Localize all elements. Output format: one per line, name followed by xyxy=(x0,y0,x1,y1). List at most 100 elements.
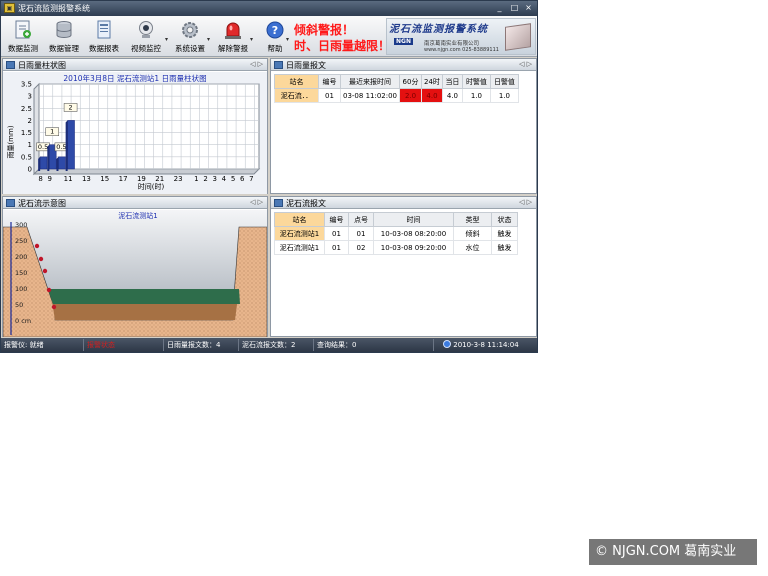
tilt-sensor-point[interactable] xyxy=(38,256,44,262)
time-cell[interactable]: 10-03-08 09:20:00 xyxy=(373,240,454,255)
plot-floor xyxy=(32,168,261,175)
point-id-cell[interactable]: 02 xyxy=(348,240,374,255)
x-tick-label: 5 xyxy=(231,175,235,183)
panel-nav-arrows[interactable]: ◁ ▷ xyxy=(250,198,263,206)
help-icon: ? xyxy=(266,21,284,39)
column-header[interactable]: 60分 xyxy=(399,74,423,89)
video-dropdown-icon[interactable]: ▾ xyxy=(165,36,168,43)
column-header[interactable]: 状态 xyxy=(491,212,518,227)
table-icon xyxy=(274,61,283,69)
rain-report-panel-title: 日雨量报文 xyxy=(286,61,326,70)
column-header[interactable]: 站名 xyxy=(274,74,319,89)
clock-icon xyxy=(443,340,451,348)
gauge-tick-label: 150 xyxy=(15,269,27,277)
water-layer xyxy=(48,289,240,304)
table-row[interactable]: 泥石流测站1 01 01 10-03-08 08:20:00 倾斜 触发 xyxy=(274,226,518,241)
station-id-cell[interactable]: 01 xyxy=(318,88,341,103)
product-box-image xyxy=(505,23,531,51)
station-name-cell[interactable]: 泥石流测站1 xyxy=(274,240,325,255)
hour-alert-value-cell[interactable]: 1.0 xyxy=(461,88,491,103)
data-label: 0.5 xyxy=(56,143,66,151)
last-report-time-cell[interactable]: 03-08 11:02:00 xyxy=(339,88,401,103)
table-row[interactable]: 泥石流测站1 01 02 10-03-08 09:20:00 水位 触发 xyxy=(274,240,518,255)
data-label: 2 xyxy=(69,103,73,111)
debris-report-count: 泥石流报文数：2 xyxy=(239,339,314,351)
column-header[interactable]: 站名 xyxy=(274,212,325,227)
rain-bar xyxy=(58,156,66,170)
state-cell[interactable]: 触发 xyxy=(491,240,518,255)
alarm-dropdown-icon[interactable]: ▾ xyxy=(250,36,253,43)
x-tick-label: 7 xyxy=(249,175,253,183)
gauge-tick-label: 0 cm xyxy=(15,317,31,325)
rain-chart-panel: 日雨量柱状图 ◁ ▷ 2010年3月8日 泥石流测站1 日雨量柱状图 雨量(mm… xyxy=(2,58,268,194)
x-tick-label: 11 xyxy=(64,175,73,183)
tilt-sensor-point[interactable] xyxy=(51,304,57,310)
query-result: 查询结果：0 xyxy=(314,339,434,351)
y-tick-label: 1 xyxy=(28,141,32,149)
tilt-sensor-point[interactable] xyxy=(46,287,52,293)
rain-bar xyxy=(39,156,48,170)
video-monitor-button[interactable]: 视频监控 xyxy=(126,17,166,56)
state-cell[interactable]: 触发 xyxy=(491,226,518,241)
help-dropdown-icon[interactable]: ▾ xyxy=(286,36,289,43)
column-header[interactable]: 编号 xyxy=(324,212,349,227)
watermark: © NJGN.COM 葛南实业 xyxy=(589,539,757,565)
rain-bar xyxy=(67,120,75,170)
chart-ylabel: 雨量(mm) xyxy=(7,125,15,158)
column-header[interactable]: 类型 xyxy=(453,212,492,227)
minimize-button[interactable]: _ xyxy=(494,3,505,13)
x-tick-label: 6 xyxy=(240,175,245,183)
column-header[interactable]: 24时 xyxy=(421,74,443,89)
data-report-button[interactable]: 数据报表 xyxy=(84,17,124,56)
time-cell[interactable]: 10-03-08 08:20:00 xyxy=(373,226,454,241)
debris-report-header: 泥石流报文 ◁ ▷ xyxy=(271,197,536,209)
svg-text:?: ? xyxy=(272,24,278,37)
rain-report-count: 日雨量报文数：4 xyxy=(164,339,239,351)
station-id-cell[interactable]: 01 xyxy=(324,226,349,241)
database-icon xyxy=(56,21,72,39)
diagram-panel-title: 泥石流示意图 xyxy=(18,199,66,208)
title-bar: ▣ 泥石流监测报警系统 _ □ × xyxy=(1,1,537,16)
column-header[interactable]: 时警值 xyxy=(461,74,491,89)
rain-chart-header: 日雨量柱状图 ◁ ▷ xyxy=(3,59,267,71)
column-header[interactable]: 点号 xyxy=(348,212,374,227)
type-cell[interactable]: 倾斜 xyxy=(453,226,492,241)
webcam-icon xyxy=(139,21,153,38)
tilt-sensor-point[interactable] xyxy=(42,268,48,274)
column-header[interactable]: 时间 xyxy=(373,212,454,227)
station-name-cell[interactable]: 泥石流．． xyxy=(274,88,319,103)
data-monitor-button[interactable]: 数据监测 xyxy=(3,17,43,56)
column-header[interactable]: 日警值 xyxy=(489,74,519,89)
rain-24h-cell[interactable]: 4.0 xyxy=(421,88,443,103)
x-tick-label: 23 xyxy=(174,175,183,183)
clear-alarm-button[interactable]: 解除警报 xyxy=(213,17,253,56)
tilt-sensor-point[interactable] xyxy=(34,243,40,249)
data-manage-button[interactable]: 数据管理 xyxy=(44,17,84,56)
monitor-app-icon: ▣ xyxy=(4,3,15,13)
rain-today-cell[interactable]: 4.0 xyxy=(441,88,463,103)
settings-dropdown-icon[interactable]: ▾ xyxy=(207,36,210,43)
clear-alarm-label: 解除警报 xyxy=(218,44,248,53)
maximize-button[interactable]: □ xyxy=(509,3,520,13)
panel-nav-arrows[interactable]: ◁ ▷ xyxy=(519,198,532,206)
rain-60min-cell[interactable]: 2.0 xyxy=(399,88,423,103)
day-alert-value-cell[interactable]: 1.0 xyxy=(489,88,519,103)
station-id-cell[interactable]: 01 xyxy=(324,240,349,255)
table-row[interactable]: 泥石流．． 01 03-08 11:02:00 2.0 4.0 4.0 1.0 … xyxy=(274,88,519,103)
panel-nav-arrows[interactable]: ◁ ▷ xyxy=(250,60,263,68)
y-tick-label: 2.5 xyxy=(21,105,32,113)
close-button[interactable]: × xyxy=(523,3,534,13)
clock-area: 2010-3-8 11:14:04 xyxy=(441,339,537,351)
station-name-cell[interactable]: 泥石流测站1 xyxy=(274,226,325,241)
y-tick-label: 0 xyxy=(28,166,32,174)
type-cell[interactable]: 水位 xyxy=(453,240,492,255)
column-header[interactable]: 最近来报时间 xyxy=(339,74,401,89)
column-header[interactable]: 编号 xyxy=(318,74,341,89)
x-tick-label: 19 xyxy=(137,175,146,183)
point-id-cell[interactable]: 01 xyxy=(348,226,374,241)
report-icon xyxy=(97,20,111,39)
data-monitor-icon xyxy=(15,20,31,39)
system-settings-button[interactable]: 系统设置 xyxy=(170,17,210,56)
column-header[interactable]: 当日 xyxy=(441,74,463,89)
panel-nav-arrows[interactable]: ◁ ▷ xyxy=(519,60,532,68)
